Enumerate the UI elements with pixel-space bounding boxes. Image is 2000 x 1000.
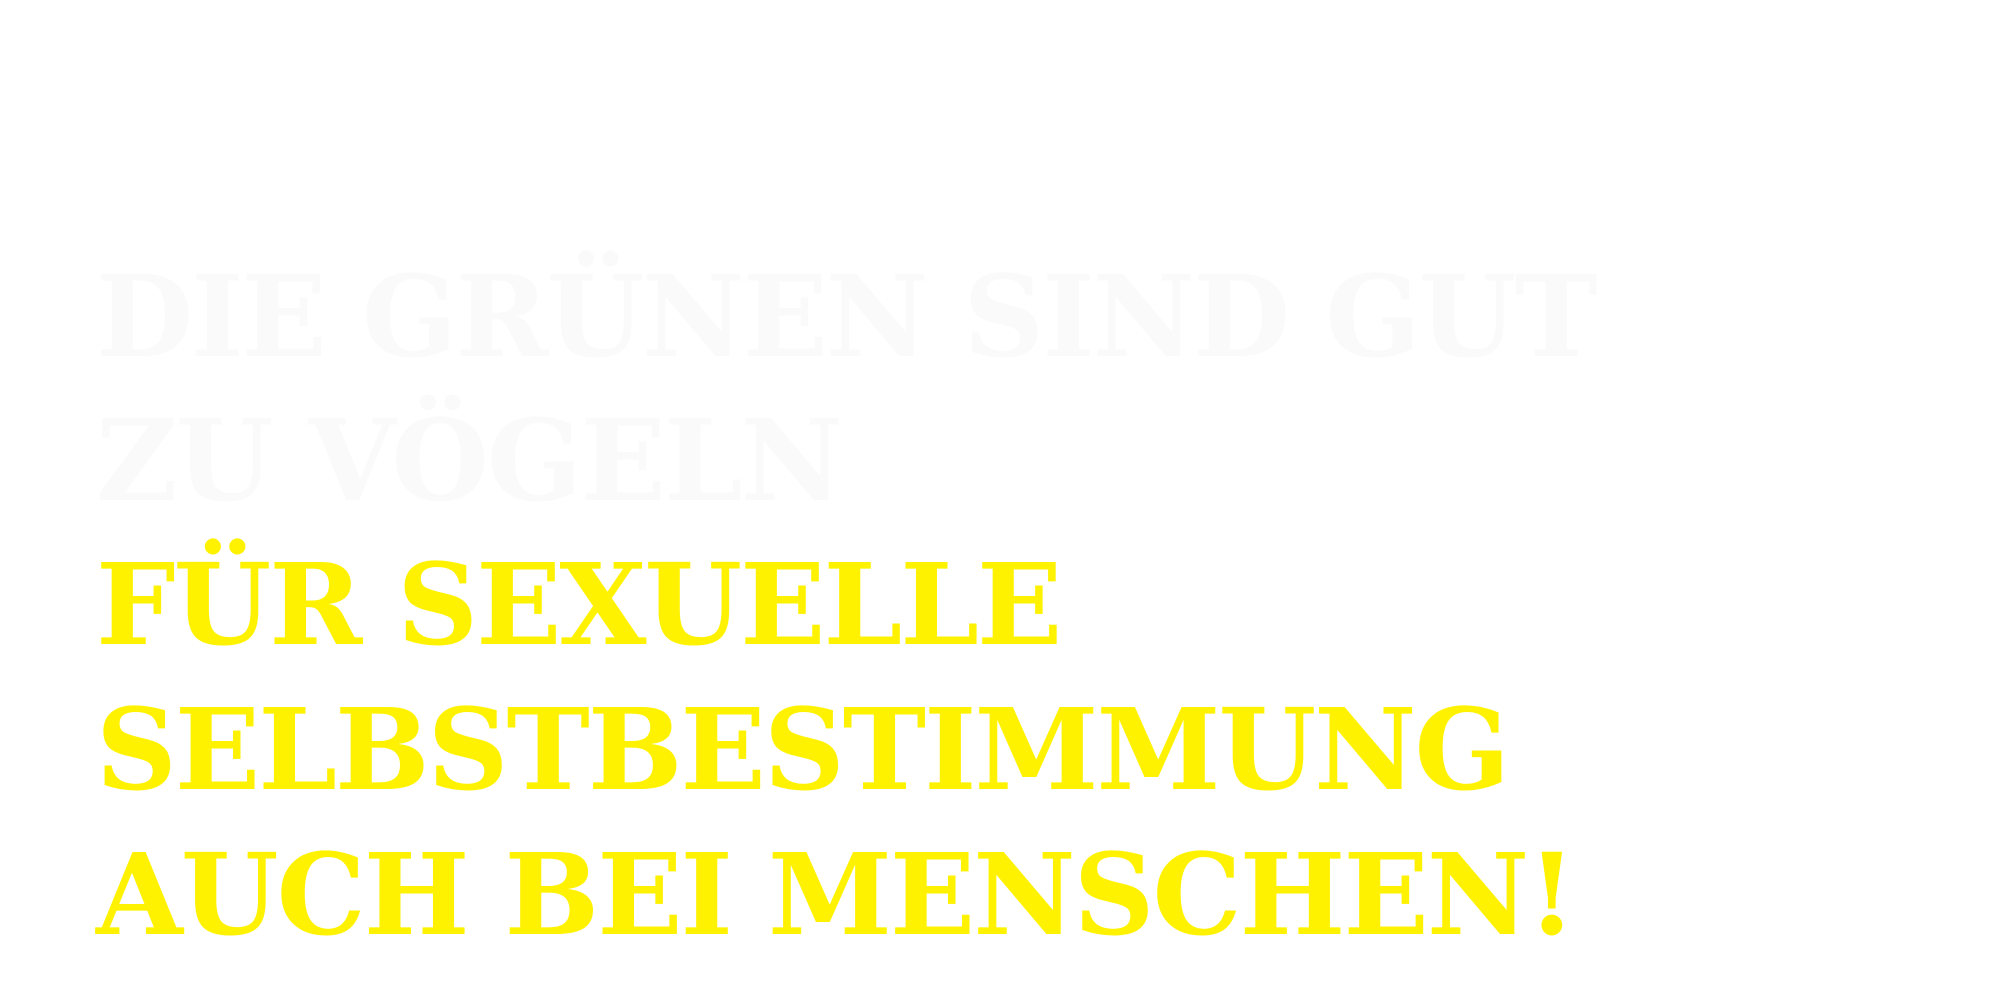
ghost-headline-line-2: zu Vögeln: [96, 396, 843, 527]
ghost-headline-line-1: Die Grünen sind gut: [96, 252, 1598, 383]
accent-headline-line-1: Für sexuelle: [96, 540, 1062, 671]
accent-headline-line-3: auch bei Menschen!: [96, 830, 1576, 961]
accent-headline-line-2: Selbstbestimmung: [96, 685, 1510, 816]
poster-canvas: Die Grünen sind gut zu Vögeln Für sexuel…: [0, 0, 2000, 1000]
